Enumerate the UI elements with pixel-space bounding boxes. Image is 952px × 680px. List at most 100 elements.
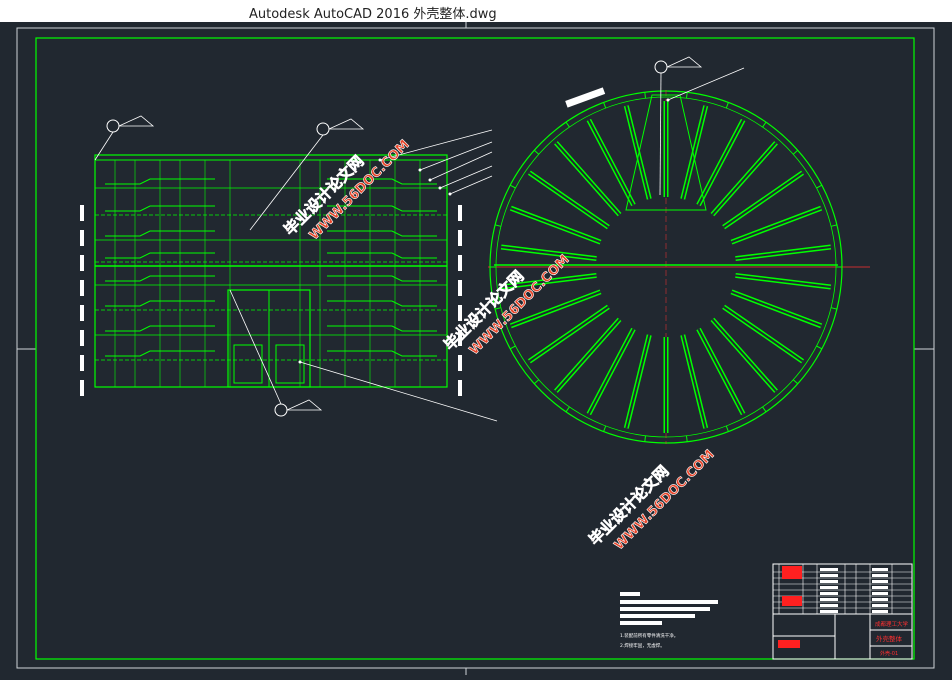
note-line-2: 2.焊接牢固，无虚焊。 — [620, 642, 665, 649]
ring-tick — [533, 149, 540, 155]
parking-slot-inner — [697, 119, 745, 206]
stamp-2 — [782, 596, 802, 606]
dimension-text-left — [80, 280, 84, 296]
ring-tick — [533, 379, 540, 385]
dimension-text-right — [458, 305, 462, 321]
tb-text — [820, 598, 838, 601]
platform-right — [327, 350, 437, 357]
parking-slot-inner — [697, 328, 745, 415]
ring-tick — [816, 184, 823, 189]
leader-lines — [94, 56, 745, 422]
platform-right — [327, 252, 437, 259]
tb-text — [820, 586, 838, 589]
tb-text — [872, 568, 888, 571]
platform-right — [327, 325, 437, 332]
drawing-canvas[interactable]: 1.装配前所有零件清洗干净。 2.焊接牢固，无虚焊。 成都理工大学 外壳整体 外… — [0, 22, 952, 675]
leader-dot — [418, 168, 422, 172]
ring-tick — [762, 121, 767, 128]
dimension-text-left — [80, 305, 84, 321]
part-leader — [299, 361, 498, 422]
tb-text — [872, 586, 888, 589]
dimension-text-left — [80, 255, 84, 271]
ring-tick — [494, 224, 502, 227]
platform-right — [327, 230, 437, 237]
part-leader — [429, 151, 493, 181]
window-titlebar: Autodesk AutoCAD 2016 外壳整体.dwg — [0, 0, 952, 22]
platform-right — [327, 300, 437, 307]
sheet-number: 外壳-01 — [880, 650, 898, 657]
parking-slot-inner — [555, 318, 621, 392]
parking-slot-inner — [735, 274, 831, 289]
tb-text — [872, 580, 888, 583]
platform-right — [327, 275, 437, 282]
parking-slot-inner — [587, 328, 635, 415]
leader-dot — [448, 192, 452, 196]
leader-dot — [438, 186, 442, 190]
dimension-text-right — [458, 380, 462, 396]
parking-slot-inner — [625, 334, 651, 429]
balloon — [654, 60, 668, 74]
dimension-text-right — [458, 255, 462, 271]
ring-tick — [509, 184, 516, 189]
dimension-text-right — [458, 280, 462, 296]
surface-symbol — [666, 56, 703, 68]
ring-tick — [830, 307, 838, 310]
technical-notes: 1.装配前所有零件清洗干净。 2.焊接牢固，无虚焊。 — [620, 592, 718, 649]
note-line-1: 1.装配前所有零件清洗干净。 — [620, 632, 678, 639]
ring-tick — [792, 379, 799, 385]
ring-tick — [685, 92, 688, 99]
tb-text — [872, 604, 888, 607]
part-leader — [449, 175, 493, 195]
dimension-text-right — [458, 205, 462, 221]
surface-symbol — [328, 118, 365, 130]
parking-slot-inner — [501, 245, 597, 260]
parking-slot-inner — [711, 318, 777, 392]
leader-dot — [428, 178, 432, 182]
tb-text — [820, 580, 838, 583]
ring-tick — [644, 435, 647, 442]
drawing-name: 外壳整体 — [876, 634, 903, 643]
parking-slot-inner — [587, 119, 635, 206]
parking-slot-inner — [625, 105, 651, 200]
ring-tick — [603, 102, 607, 109]
title-block: 成都理工大学 外壳整体 外壳-01 — [772, 563, 913, 660]
tb-text — [820, 604, 838, 607]
ring-tick — [816, 345, 823, 350]
dimension-text-right — [458, 230, 462, 246]
watermark-3: 毕业设计论文网 WWW.56DOC.COM — [585, 447, 718, 554]
stamp-1 — [782, 566, 802, 579]
front-view — [80, 154, 462, 396]
surface-symbol — [118, 115, 155, 127]
window-title: Autodesk AutoCAD 2016 外壳整体.dwg — [249, 7, 497, 22]
watermark-1: 毕业设计论文网 WWW.56DOC.COM — [280, 137, 413, 244]
dimension-text-left — [80, 355, 84, 371]
ring-tick — [725, 425, 729, 432]
parking-slot-inner — [735, 245, 831, 260]
dimension-text-left — [80, 205, 84, 221]
balloon — [274, 403, 288, 417]
ring-tick — [792, 149, 799, 155]
stamp-3 — [778, 640, 800, 648]
dimension-text-left — [80, 230, 84, 246]
ring-tick — [603, 425, 607, 432]
ring-tick — [644, 92, 647, 99]
school-name: 成都理工大学 — [875, 620, 909, 628]
leader-dot — [666, 98, 670, 102]
dimension-text-right — [458, 355, 462, 371]
leader-dot — [298, 360, 302, 364]
tb-text — [820, 592, 838, 595]
ring-tick — [762, 406, 767, 413]
tb-text — [872, 598, 888, 601]
parking-slot-inner — [555, 142, 621, 216]
tb-text — [872, 592, 888, 595]
ring-tick — [565, 121, 570, 128]
tb-text — [872, 574, 888, 577]
parking-slot-inner — [681, 334, 707, 429]
parking-slot-inner — [711, 142, 777, 216]
tb-text — [820, 568, 838, 571]
ring-tick — [509, 345, 516, 350]
cad-drawing[interactable]: 1.装配前所有零件清洗干净。 2.焊接牢固，无虚焊。 成都理工大学 外壳整体 外… — [0, 22, 952, 675]
ring-tick — [685, 435, 688, 442]
leader-line — [94, 131, 114, 161]
ring-tick — [565, 406, 570, 413]
